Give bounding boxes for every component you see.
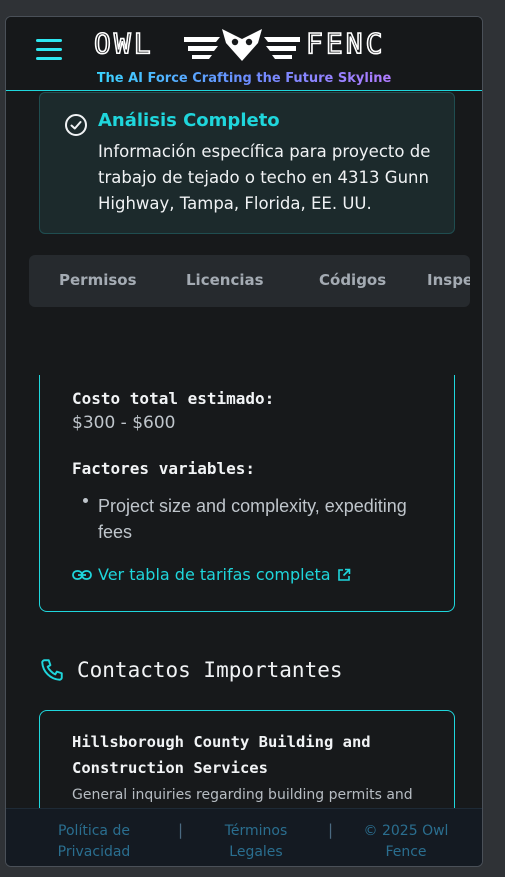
check-circle-icon	[65, 114, 87, 136]
tab-permisos[interactable]: Permisos	[59, 271, 137, 289]
cost-card: Costo total estimado: $300 - $600 Factor…	[39, 375, 455, 612]
contacts-title: Contactos Importantes	[77, 658, 343, 682]
link-icon	[72, 569, 92, 580]
tariff-link-label: Ver tabla de tarifas completa	[98, 565, 331, 584]
tab-licencias[interactable]: Licencias	[186, 271, 264, 289]
svg-text:OWL: OWL	[94, 27, 154, 60]
owl-fence-logo: OWL FENC	[93, 26, 385, 61]
cost-value: $300 - $600	[72, 413, 176, 433]
contact-name: Hillsborough County Building and Constru…	[72, 733, 371, 777]
footer: Política de Privacidad | Términos Legale…	[6, 808, 482, 866]
contact-description: General inquiries regarding building per…	[72, 787, 413, 803]
footer-separator: |	[178, 821, 184, 839]
contacts-heading: Contactos Importantes	[39, 657, 343, 683]
analysis-complete-card: Análisis Completo Información específica…	[39, 92, 455, 234]
tagline: The AI Force Crafting the Future Skyline	[96, 71, 392, 86]
app-window: OWL FENC The AI Force Crafting the Futur…	[5, 16, 483, 867]
bullet	[83, 493, 91, 501]
phone-icon	[41, 659, 63, 681]
app-header: OWL FENC The AI Force Crafting the Futur…	[6, 17, 482, 91]
analysis-title: Análisis Completo	[98, 110, 280, 131]
factor-item: Project size and complexity, expediting …	[98, 496, 407, 542]
tab-bar: Permisos Licencias Códigos Inspecciones	[29, 255, 470, 307]
svg-text:FENC: FENC	[306, 27, 385, 60]
analysis-description: Información específica para proyecto de …	[98, 142, 431, 213]
tab-codigos[interactable]: Códigos	[319, 271, 386, 289]
terms-link[interactable]: Términos Legales	[206, 821, 306, 863]
tab-inspecciones[interactable]: Inspecciones	[427, 271, 470, 289]
privacy-link[interactable]: Política de Privacidad	[44, 821, 144, 863]
tariff-table-link[interactable]: Ver tabla de tarifas completa	[72, 565, 351, 584]
copyright-text: © 2025 Owl Fence	[363, 823, 449, 860]
external-link-icon	[337, 568, 350, 581]
footer-separator: |	[328, 821, 334, 839]
factors-label: Factores variables:	[72, 459, 256, 478]
cost-label: Costo total estimado:	[72, 389, 275, 408]
hamburger-menu-icon[interactable]	[36, 39, 62, 61]
